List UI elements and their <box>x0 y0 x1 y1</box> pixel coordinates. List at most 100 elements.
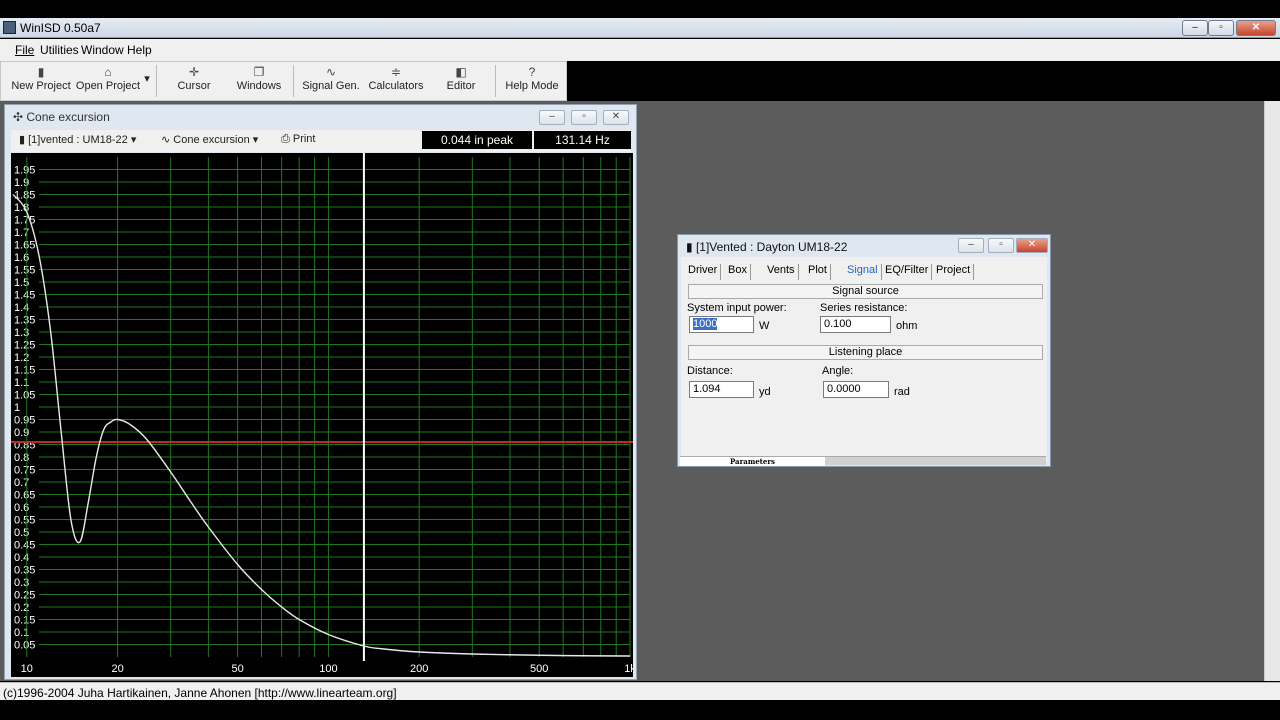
dialog-title: ▮ [1]Vented : Dayton UM18-22 <box>686 240 847 254</box>
distance-input[interactable]: 1.094 <box>689 381 754 398</box>
cone-excursion-window: ✣ Cone excursion – ▫ ✕ ▮ [1]vented : UM1… <box>4 104 637 680</box>
toolbar: ▮ New Project ⌂ Open Project ▾ ✛ Cursor ❐ Wi… <box>0 61 567 101</box>
y-tick-label: 0.25 <box>14 590 35 602</box>
editor-icon: ◧ <box>455 65 467 79</box>
toolbar-separator <box>293 65 294 97</box>
y-tick-label: 1.85 <box>14 190 35 202</box>
angle-input[interactable]: 0.0000 <box>823 381 889 398</box>
chart-toolbar: ▮ [1]vented : UM18-22 ▾ ∿ Cone excursion… <box>11 130 631 152</box>
windows-button[interactable]: ❐ Windows <box>233 62 285 100</box>
tab-plot[interactable]: Plot <box>805 264 831 280</box>
calculator-icon: ≑ <box>390 65 402 79</box>
y-tick-label: 0.65 <box>14 490 35 502</box>
tab-project[interactable]: Project <box>933 264 975 280</box>
status-text: (c)1996-2004 Juha Hartikainen, Janne Aho… <box>3 686 397 700</box>
open-project-button[interactable]: ⌂ Open Project <box>75 62 141 100</box>
menu-window[interactable]: Window <box>81 43 124 57</box>
close-button[interactable]: ✕ <box>1236 20 1276 36</box>
y-tick-label: 0.95 <box>14 415 35 427</box>
y-tick-label: 1.45 <box>14 290 35 302</box>
power-label: System input power: <box>687 302 787 314</box>
dialog-body: Driver Box Vents Plot Signal EQ/Filter P… <box>681 257 1047 463</box>
cursor-button[interactable]: ✛ Cursor <box>169 62 219 100</box>
tab-eq-filter[interactable]: EQ/Filter <box>882 264 933 280</box>
print-button[interactable]: ⎙ Print <box>281 133 315 146</box>
calculators-button[interactable]: ≑ Calculators <box>367 62 425 100</box>
y-tick-label: 1.55 <box>14 265 35 277</box>
minimize-button[interactable]: – <box>1182 20 1208 36</box>
dialog-close-button[interactable]: ✕ <box>1016 238 1048 253</box>
y-tick-label: 0.35 <box>14 565 35 577</box>
new-project-icon: ▮ <box>37 65 45 79</box>
crosshair-icon: ✣ <box>13 110 27 124</box>
dialog-minimize-button[interactable]: – <box>958 238 984 253</box>
cursor-label: Cursor <box>177 80 211 92</box>
chart-maximize-button[interactable]: ▫ <box>571 110 597 125</box>
menu-utilities[interactable]: Utilities <box>40 43 79 57</box>
dialog-title-text: [1]Vented : Dayton UM18-22 <box>695 240 848 254</box>
menu-bar: File Utilities Window Help <box>0 39 1280 61</box>
app-title: WinISD 0.50a7 <box>20 21 101 35</box>
new-project-button[interactable]: ▮ New Project <box>11 62 71 100</box>
y-tick-label: 1.05 <box>14 390 35 402</box>
cursor-icon: ✛ <box>188 65 200 79</box>
power-input[interactable]: 1000 <box>689 316 754 333</box>
status-bar: (c)1996-2004 Juha Hartikainen, Janne Aho… <box>0 682 1280 700</box>
signal-gen-button[interactable]: ∿ Signal Gen. <box>302 62 360 100</box>
menu-help[interactable]: Help <box>127 43 152 57</box>
chart-close-button[interactable]: ✕ <box>603 110 629 125</box>
project-select-value: [1]vented : UM18-22 <box>28 134 128 146</box>
help-icon: ? <box>528 65 536 79</box>
tab-box[interactable]: Box <box>725 264 751 280</box>
project-select[interactable]: ▮ [1]vented : UM18-22 ▾ <box>19 133 136 146</box>
y-tick-label: 0.15 <box>14 615 35 627</box>
y-tick-label: 1.35 <box>14 315 35 327</box>
menu-file[interactable]: File <box>15 43 34 57</box>
help-mode-button[interactable]: ? Help Mode <box>504 62 560 100</box>
angle-label: Angle: <box>822 365 854 377</box>
dialog-maximize-button[interactable]: ▫ <box>988 238 1014 253</box>
vertical-scrollbar[interactable] <box>1264 101 1280 681</box>
screen-border <box>0 700 1280 720</box>
power-value: 1000 <box>693 318 718 330</box>
y-tick-label: 0.45 <box>14 540 35 552</box>
cursor-frequency-readout: 131.14 Hz <box>534 131 631 149</box>
toolbar-separator <box>495 65 496 97</box>
signal-source-header: Signal source <box>688 284 1043 299</box>
print-label: Print <box>292 133 316 145</box>
chevron-down-icon: ▾ <box>127 134 137 146</box>
cone-excursion-chart[interactable]: 1.951.91.851.81.751.71.651.61.551.51.451… <box>11 153 633 677</box>
open-project-label: Open Project <box>75 80 141 92</box>
signal-gen-label: Signal Gen. <box>302 80 360 92</box>
resistance-unit: ohm <box>896 320 918 332</box>
resistance-input[interactable]: 0.100 <box>820 316 891 333</box>
chart-window-title-text: Cone excursion <box>26 110 110 124</box>
editor-label: Editor <box>446 80 476 92</box>
chart-minimize-button[interactable]: – <box>539 110 565 125</box>
new-project-label: New Project <box>11 80 71 92</box>
app-icon[interactable] <box>3 21 16 34</box>
y-tick-label: 1.95 <box>14 165 35 177</box>
x-tick-label: 1k <box>624 663 633 675</box>
chart-window-title: ✣ Cone excursion <box>13 110 110 124</box>
x-tick-label: 200 <box>410 663 428 675</box>
y-tick-label: 1.15 <box>14 365 35 377</box>
tab-vents[interactable]: Vents <box>764 264 799 280</box>
maximize-button[interactable]: ▫ <box>1208 20 1234 36</box>
dialog-footer-tabs: Parameters <box>680 456 1046 466</box>
signal-icon: ∿ <box>325 65 337 79</box>
chevron-down-icon: ▾ <box>144 73 150 85</box>
open-folder-icon: ⌂ <box>104 65 112 79</box>
help-mode-label: Help Mode <box>505 80 559 92</box>
plot-type-select[interactable]: ∿ Cone excursion ▾ <box>161 133 258 146</box>
x-tick-label: 100 <box>319 663 337 675</box>
y-tick-label: 1.25 <box>14 340 35 352</box>
tab-signal[interactable]: Signal <box>844 264 882 280</box>
editor-button[interactable]: ◧ Editor <box>437 62 485 100</box>
distance-label: Distance: <box>687 365 733 377</box>
power-unit: W <box>759 320 770 332</box>
tab-driver[interactable]: Driver <box>685 264 722 280</box>
y-tick-label: 1.75 <box>14 215 35 227</box>
printer-icon: ⎙ <box>281 133 293 145</box>
parameters-tab[interactable]: Parameters <box>680 457 825 466</box>
